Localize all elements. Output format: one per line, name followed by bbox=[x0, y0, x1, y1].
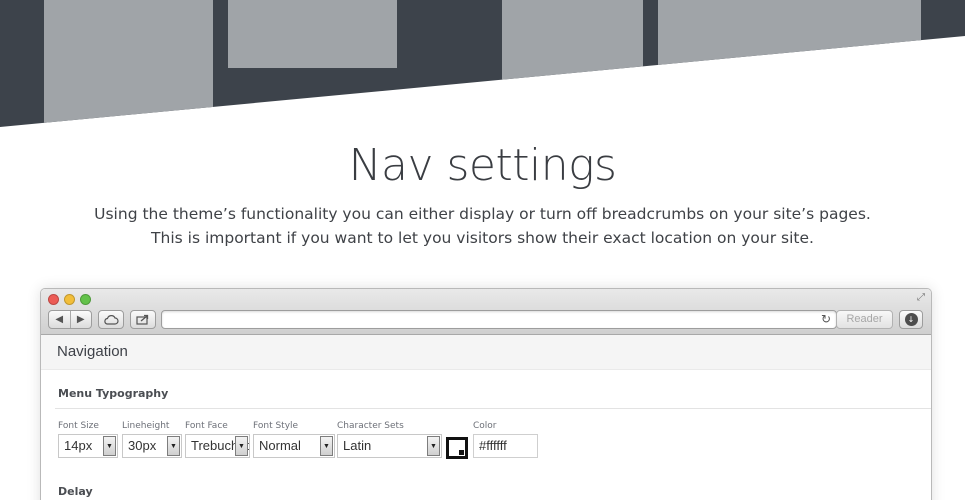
font-size-field: Font Size 14px ▼ bbox=[58, 421, 118, 458]
font-size-label: Font Size bbox=[58, 421, 99, 431]
color-field: Color #ffffff bbox=[473, 421, 538, 458]
chevron-down-icon: ▼ bbox=[427, 436, 440, 456]
font-style-label: Font Style bbox=[253, 421, 299, 431]
browser-toolbar: ⤢ ◀ ▶ ↻ Reader ↓ bbox=[41, 289, 931, 335]
forward-arrow-icon[interactable]: ▶ bbox=[71, 314, 92, 325]
banner-block-3 bbox=[502, 0, 643, 127]
color-input[interactable]: #ffffff bbox=[473, 434, 538, 458]
character-sets-label: Character Sets bbox=[337, 421, 404, 431]
reader-button[interactable]: Reader bbox=[836, 310, 893, 329]
download-icon: ↓ bbox=[904, 313, 918, 326]
page-title: Nav settings bbox=[348, 140, 617, 191]
section-title-delay: Delay bbox=[58, 485, 93, 498]
chevron-down-icon: ▼ bbox=[167, 436, 180, 456]
address-bar[interactable]: ↻ bbox=[161, 310, 837, 329]
chevron-down-icon: ▼ bbox=[320, 436, 333, 456]
reload-icon[interactable]: ↻ bbox=[821, 312, 831, 326]
minimize-window-button[interactable] bbox=[64, 294, 75, 305]
lineheight-label: Lineheight bbox=[122, 421, 170, 431]
icloud-tabs-button[interactable] bbox=[98, 310, 124, 329]
fullscreen-icon[interactable]: ⤢ bbox=[917, 293, 925, 303]
back-arrow-icon[interactable]: ◀ bbox=[49, 314, 70, 325]
font-style-field: Font Style Normal ▼ bbox=[253, 421, 335, 458]
downloads-button[interactable]: ↓ bbox=[899, 310, 923, 329]
cloud-icon bbox=[104, 314, 119, 325]
zoom-window-button[interactable] bbox=[80, 294, 91, 305]
character-sets-field: Character Sets Latin ▼ bbox=[337, 421, 442, 458]
banner-block-1 bbox=[44, 0, 213, 127]
banner-block-4 bbox=[658, 0, 921, 127]
lineheight-value: 30px bbox=[128, 438, 157, 453]
description-line-1: Using the theme’s functionality you can … bbox=[94, 205, 871, 223]
color-swatch[interactable] bbox=[446, 437, 468, 459]
font-face-select[interactable]: Trebuchet ▼ bbox=[185, 434, 250, 458]
character-sets-select[interactable]: Latin ▼ bbox=[337, 434, 442, 458]
color-picker-icon bbox=[459, 450, 464, 455]
color-label: Color bbox=[473, 421, 497, 431]
top-banner bbox=[0, 0, 965, 127]
share-button[interactable] bbox=[130, 310, 156, 329]
window-controls bbox=[48, 294, 91, 305]
banner-block-2 bbox=[228, 0, 397, 68]
chevron-down-icon: ▼ bbox=[235, 436, 248, 456]
browser-window: ⤢ ◀ ▶ ↻ Reader ↓ Navigation Menu Typogra… bbox=[40, 288, 932, 500]
history-nav: ◀ ▶ bbox=[48, 310, 92, 329]
character-sets-value: Latin bbox=[343, 438, 372, 453]
section-title-menu-typography: Menu Typography bbox=[58, 387, 169, 400]
lineheight-select[interactable]: 30px ▼ bbox=[122, 434, 182, 458]
page-description: Using the theme’s functionality you can … bbox=[0, 202, 965, 250]
font-face-label: Font Face bbox=[185, 421, 228, 431]
lineheight-field: Lineheight 30px ▼ bbox=[122, 421, 182, 458]
font-face-field: Font Face Trebuchet ▼ bbox=[185, 421, 250, 458]
share-icon bbox=[136, 314, 149, 325]
color-swatch-field bbox=[446, 437, 468, 459]
font-size-select[interactable]: 14px ▼ bbox=[58, 434, 118, 458]
font-size-value: 14px bbox=[64, 438, 93, 453]
font-style-value: Normal bbox=[259, 438, 301, 453]
chevron-down-icon: ▼ bbox=[103, 436, 116, 456]
panel-header: Navigation bbox=[41, 335, 931, 370]
font-style-select[interactable]: Normal ▼ bbox=[253, 434, 335, 458]
description-line-2: This is important if you want to let you… bbox=[151, 229, 814, 247]
close-window-button[interactable] bbox=[48, 294, 59, 305]
typography-fields: Font Size 14px ▼ Lineheight 30px ▼ Font … bbox=[41, 409, 931, 465]
